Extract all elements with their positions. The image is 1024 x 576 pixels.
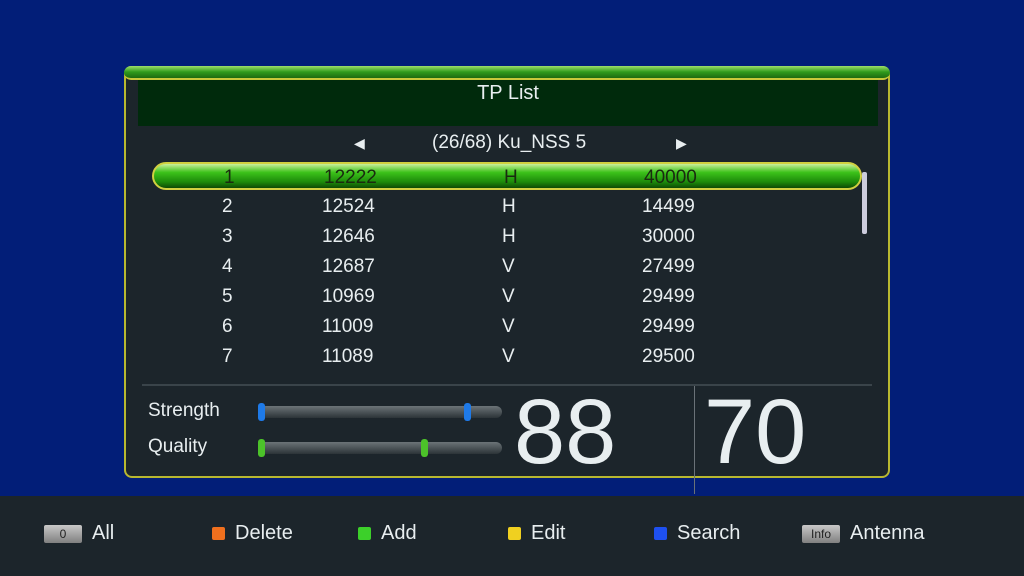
satellite-selector[interactable]: ◀ (26/68) Ku_NSS 5 ▶ xyxy=(126,132,888,158)
cell-polarization: V xyxy=(502,346,515,367)
page-title: TP List xyxy=(138,80,878,126)
footer-item-edit[interactable]: Edit xyxy=(508,522,565,545)
cell-number: 4 xyxy=(222,256,233,277)
key-0-icon: 0 xyxy=(44,524,82,543)
arrow-right-icon[interactable]: ▶ xyxy=(676,135,687,152)
cell-polarization: H xyxy=(502,196,516,217)
strength-bar xyxy=(258,403,502,421)
cell-number: 7 xyxy=(222,346,233,367)
cell-symbol-rate: 29499 xyxy=(642,316,695,337)
color-key-icon xyxy=(508,527,521,540)
cell-symbol-rate: 27499 xyxy=(642,256,695,277)
key-info-icon: Info xyxy=(802,524,840,543)
arrow-left-icon[interactable]: ◀ xyxy=(354,135,365,152)
cell-symbol-rate: 14499 xyxy=(642,196,695,217)
cell-symbol-rate: 30000 xyxy=(642,226,695,247)
color-key-icon xyxy=(212,527,225,540)
quality-bar xyxy=(258,439,502,457)
footer-item-antenna[interactable]: Info Antenna xyxy=(802,522,925,545)
cell-symbol-rate: 29500 xyxy=(642,346,695,367)
table-row[interactable]: 5 10969 V 29499 xyxy=(152,282,862,312)
tp-list-panel: TP List ◀ (26/68) Ku_NSS 5 ▶ 1 12222 H 4000… xyxy=(124,66,890,478)
quality-bar-marker xyxy=(420,439,428,457)
footer-item-search[interactable]: Search xyxy=(654,522,740,545)
satellite-name: (26/68) Ku_NSS 5 xyxy=(432,132,587,153)
cell-polarization: H xyxy=(502,226,516,247)
cell-number: 5 xyxy=(222,286,233,307)
strength-bar-marker xyxy=(464,403,472,421)
cell-frequency: 12222 xyxy=(324,167,377,188)
footer-label: Add xyxy=(381,522,417,544)
cell-number: 6 xyxy=(222,316,233,337)
cell-symbol-rate: 29499 xyxy=(642,286,695,307)
cell-polarization: V xyxy=(502,286,515,307)
quality-value: 70 xyxy=(704,381,807,483)
panel-top-bar xyxy=(124,66,890,80)
strength-value: 88 xyxy=(514,381,617,483)
color-key-icon xyxy=(654,527,667,540)
quality-label: Quality xyxy=(148,436,208,457)
strength-bar-start xyxy=(258,403,265,421)
footer-item-add[interactable]: Add xyxy=(358,522,417,545)
footer-label: Edit xyxy=(531,522,566,544)
cell-frequency: 10969 xyxy=(322,286,375,307)
cell-frequency: 12687 xyxy=(322,256,375,277)
scrollbar[interactable] xyxy=(862,172,867,234)
cell-polarization: V xyxy=(502,256,515,277)
tp-list: 1 12222 H 40000 2 12524 H 14499 3 12646 H 30000 4 126… xyxy=(152,162,862,372)
footer-help-bar: 0 All Delete Add Edit Search Info Antenna xyxy=(0,496,1024,576)
cell-number: 3 xyxy=(222,226,233,247)
quality-bar-start xyxy=(258,439,265,457)
cell-number: 1 xyxy=(224,167,235,188)
footer-label: Delete xyxy=(235,522,293,544)
table-row[interactable]: 4 12687 V 27499 xyxy=(152,252,862,282)
cell-number: 2 xyxy=(222,196,233,217)
cell-frequency: 12646 xyxy=(322,226,375,247)
table-row[interactable]: 7 11089 V 29500 xyxy=(152,342,862,372)
footer-label: Antenna xyxy=(850,522,925,544)
color-key-icon xyxy=(358,527,371,540)
table-row[interactable]: 6 11009 V 29499 xyxy=(152,312,862,342)
divider xyxy=(694,386,695,494)
table-row[interactable]: 1 12222 H 40000 xyxy=(152,162,862,190)
footer-label: All xyxy=(92,522,115,544)
footer-item-all[interactable]: 0 All xyxy=(44,522,114,545)
cell-frequency: 12524 xyxy=(322,196,375,217)
footer-label: Search xyxy=(677,522,741,544)
cell-frequency: 11089 xyxy=(322,346,374,367)
cell-polarization: H xyxy=(504,167,518,188)
strength-label: Strength xyxy=(148,400,220,421)
cell-polarization: V xyxy=(502,316,515,337)
footer-item-delete[interactable]: Delete xyxy=(212,522,293,545)
table-row[interactable]: 2 12524 H 14499 xyxy=(152,192,862,222)
cell-frequency: 11009 xyxy=(322,316,374,337)
table-row[interactable]: 3 12646 H 30000 xyxy=(152,222,862,252)
cell-symbol-rate: 40000 xyxy=(644,167,697,188)
